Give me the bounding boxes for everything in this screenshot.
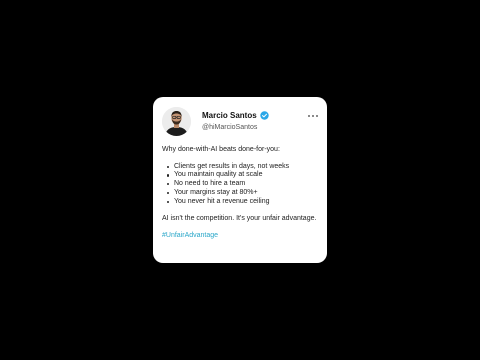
post-header: Marcio Santos @hiMarcioSantos: [162, 107, 318, 137]
list-item: You maintain quality at scale: [167, 171, 318, 180]
post-outro: AI isn't the competition. It's your unfa…: [162, 215, 317, 223]
hashtag-link[interactable]: #UnfairAdvantage: [162, 232, 318, 241]
more-dot: [308, 115, 310, 117]
author-line: Marcio Santos: [202, 111, 269, 120]
more-dot: [312, 115, 314, 117]
post-intro: Why done-with-AI beats done-for-you:: [162, 146, 280, 153]
post-card: Marcio Santos @hiMarcioSantos Why done-w…: [153, 97, 327, 263]
bullet-list: Clients get results in days, not weeks Y…: [162, 163, 318, 207]
list-item: Your margins stay at 80%+: [167, 189, 318, 198]
more-options-icon[interactable]: [308, 115, 318, 117]
verified-badge-icon: [259, 111, 269, 120]
author-name[interactable]: Marcio Santos: [202, 111, 257, 120]
author-handle[interactable]: @hiMarcioSantos: [202, 124, 257, 131]
more-dot: [316, 115, 318, 117]
avatar[interactable]: [162, 107, 191, 136]
post-body: Why done-with-AI beats done-for-you: Cli…: [162, 146, 318, 241]
list-item: Clients get results in days, not weeks: [167, 163, 318, 172]
list-item: You never hit a revenue ceiling: [167, 198, 318, 207]
list-item: No need to hire a team: [167, 180, 318, 189]
